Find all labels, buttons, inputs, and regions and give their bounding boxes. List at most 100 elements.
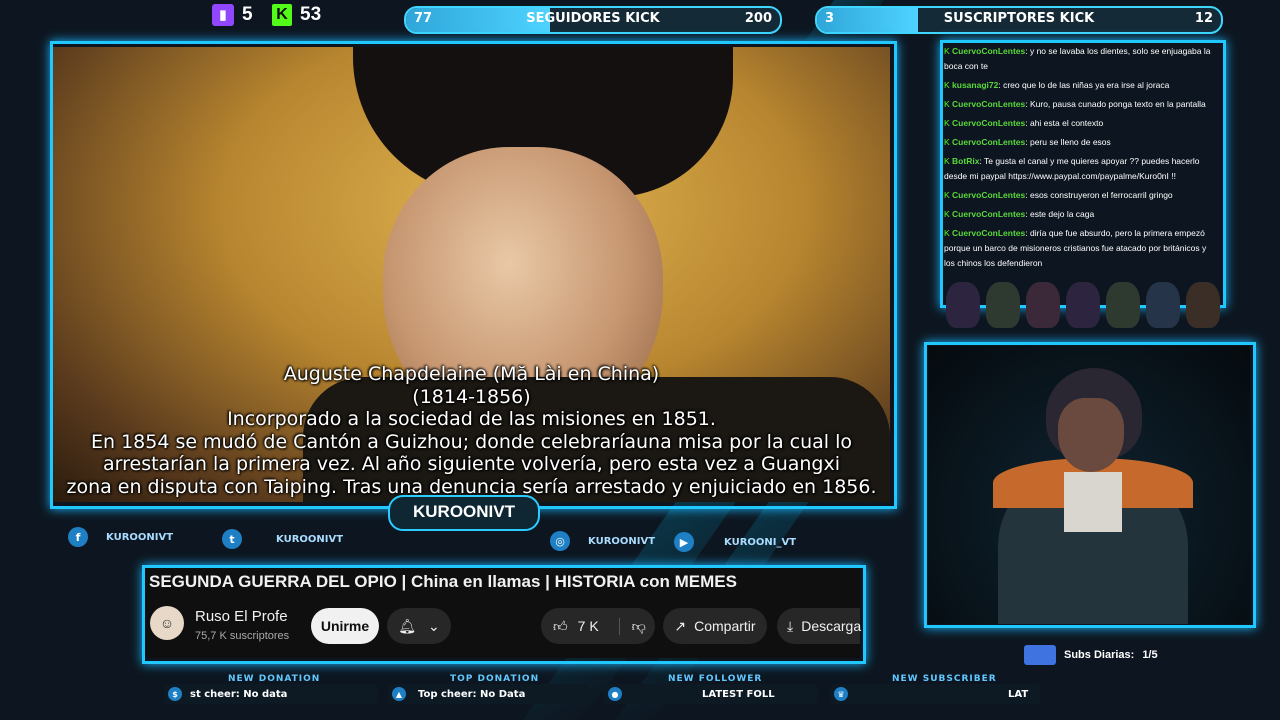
kick-count: K 53 (272, 4, 321, 26)
alert-text: LAT (1008, 688, 1029, 700)
caption-line: En 1854 se mudó de Cantón a Guizhou; don… (91, 430, 852, 453)
kick-icon: K (944, 99, 953, 109)
thumbs-up-icon: 👍︎ (553, 617, 568, 634)
social-handle: KUROONIVT (588, 535, 656, 547)
notifications-button[interactable]: 🔔︎ ⌄ (387, 608, 451, 644)
mascot-icon (1186, 282, 1220, 328)
alert-title: NEW SUBSCRIBER (892, 674, 997, 684)
kick-count-value: 53 (300, 4, 322, 25)
like-button[interactable]: 👍︎ 7 K 👎︎ (541, 608, 655, 644)
download-icon: ⤓ (787, 617, 794, 634)
chat-username[interactable]: CuervoConLentes (952, 118, 1025, 128)
alert-text: Top cheer: No Data (418, 688, 526, 700)
chat-message: K CuervoConLentes: diría que fue absurdo… (944, 226, 1216, 271)
share-button[interactable]: ↗ Compartir (663, 608, 767, 644)
social-handle: KUROONIVT (106, 531, 174, 543)
mascot-icon (1106, 282, 1140, 328)
instagram-icon: ◎ (550, 531, 570, 551)
mascot-icon (946, 282, 980, 328)
social-youtube[interactable]: ▶ KUROONI_VT (674, 532, 796, 552)
chat-text: : creo que lo de las niñas ya era irse a… (998, 80, 1170, 90)
chat-text: : Te gusta el canal y me quieres apoyar … (944, 156, 1200, 181)
chat-username[interactable]: CuervoConLentes (952, 209, 1025, 219)
goal-label: SEGUIDORES KICK (526, 11, 660, 26)
chat-message: K CuervoConLentes: y no se lavaba los di… (944, 44, 1216, 74)
chat-message: K CuervoConLentes: Kuro, pausa cunado po… (944, 97, 1216, 112)
cheer-icon: ▲ (392, 687, 406, 701)
social-twitter[interactable]: t KUROONIVT (222, 529, 343, 549)
subscribers-goal-bar: 3 SUSCRIPTORES KICK 12 (815, 6, 1223, 34)
follower-icon: ● (608, 687, 622, 701)
alert-box: ♛ LAT (830, 684, 1040, 704)
alert-new-subscriber: NEW SUBSCRIBER ♛ LAT (830, 670, 1040, 720)
chat-message: K CuervoConLentes: este dejo la caga (944, 207, 1216, 222)
subs-diarias-label: Subs Diarias: (1064, 649, 1135, 661)
kick-icon: K (944, 46, 953, 56)
video-caption: Auguste Chapdelaine (Mă Lài en China) (1… (53, 363, 890, 498)
social-instagram[interactable]: ◎ KUROONIVT (550, 531, 655, 551)
bell-icon: 🔔︎ (398, 617, 417, 634)
kick-icon: K (944, 118, 953, 128)
youtube-info-panel: SEGUNDA GUERRA DEL OPIO | China en llama… (145, 568, 861, 658)
twitter-icon: t (222, 529, 242, 549)
subs-diarias-value: 1/5 (1142, 649, 1158, 661)
chat-username[interactable]: CuervoConLentes (952, 190, 1025, 200)
caption-line: (1814-1856) (412, 385, 531, 408)
channel-avatar[interactable]: ☺ (150, 606, 184, 640)
channel-name[interactable]: Ruso El Profe (195, 608, 288, 625)
alert-text: LATEST FOLL (702, 688, 775, 700)
alert-box: $ st cheer: No data (164, 684, 378, 704)
facebook-icon: f (68, 527, 88, 547)
mascot-icon (986, 282, 1020, 328)
download-button[interactable]: ⤓ Descarga (777, 608, 861, 644)
mascot-icon (1146, 282, 1180, 328)
chat-username[interactable]: CuervoConLentes (952, 228, 1025, 238)
subscriber-icon: ♛ (834, 687, 848, 701)
thumbs-down-icon[interactable]: 👎︎ (618, 617, 646, 635)
share-label: Compartir (694, 618, 756, 634)
goal-target: 12 (1194, 11, 1213, 26)
alert-new-follower: NEW FOLLOWER ● LATEST FOLL (604, 670, 818, 720)
alert-box: ▲ Top cheer: No Data (388, 684, 588, 704)
kick-icon: K (944, 190, 953, 200)
kick-icon: K (272, 4, 292, 26)
chat-username[interactable]: CuervoConLentes (952, 99, 1025, 109)
goal-target: 200 (744, 11, 772, 26)
avatar-shirt (1064, 472, 1122, 532)
chevron-down-icon: ⌄ (428, 617, 440, 634)
kick-icon: K (944, 209, 953, 219)
donation-icon: $ (168, 687, 182, 701)
chat-username[interactable]: kusanagi72 (952, 80, 998, 90)
mascot-row (946, 282, 1220, 328)
youtube-icon: ▶ (674, 532, 694, 552)
top-bar: ▮ 5 K 53 77 SEGUIDORES KICK 200 3 SUSCRI… (0, 0, 1280, 36)
caption-line: arrestarían la primera vez. Al año sigui… (102, 453, 841, 475)
video-player[interactable]: Auguste Chapdelaine (Mă Lài en China) (1… (53, 47, 890, 502)
like-count: 7 K (577, 618, 599, 634)
chat-message: K BotRix: Te gusta el canal y me quieres… (944, 154, 1216, 184)
social-handle: KUROONIVT (276, 533, 344, 545)
chat-username[interactable]: CuervoConLentes (952, 137, 1025, 147)
alert-box: ● LATEST FOLL (604, 684, 818, 704)
alert-title: NEW FOLLOWER (668, 674, 763, 684)
caption-line: Auguste Chapdelaine (Mă Lài en China) (283, 363, 660, 385)
social-facebook[interactable]: f KUROONIVT (68, 527, 173, 547)
kick-icon: K (944, 156, 953, 166)
subs-diarias: Subs Diarias: 1/5 (1024, 645, 1158, 665)
chat-text: : ahi esta el contexto (1025, 118, 1104, 128)
share-icon: ↗ (674, 617, 687, 634)
video-title: SEGUNDA GUERRA DEL OPIO | China en llama… (149, 572, 737, 591)
caption-line: Incorporado a la sociedad de las misione… (227, 408, 716, 430)
chat-message: K CuervoConLentes: esos construyeron el … (944, 188, 1216, 203)
join-button[interactable]: Unirme (311, 608, 379, 644)
chat-panel[interactable]: K CuervoConLentes: y no se lavaba los di… (944, 44, 1216, 302)
alert-title: NEW DONATION (228, 674, 321, 684)
kick-icon: K (944, 137, 953, 147)
subs-diarias-icon (1024, 645, 1056, 665)
alert-top-donation: TOP DONATION ▲ Top cheer: No Data (388, 670, 588, 720)
chat-text: : esos construyeron el ferrocarril gring… (1025, 190, 1173, 200)
alert-new-donation: NEW DONATION $ st cheer: No data (164, 670, 378, 720)
avatar-face (1058, 398, 1124, 472)
chat-username[interactable]: BotRix (952, 156, 979, 166)
chat-username[interactable]: CuervoConLentes (952, 46, 1025, 56)
